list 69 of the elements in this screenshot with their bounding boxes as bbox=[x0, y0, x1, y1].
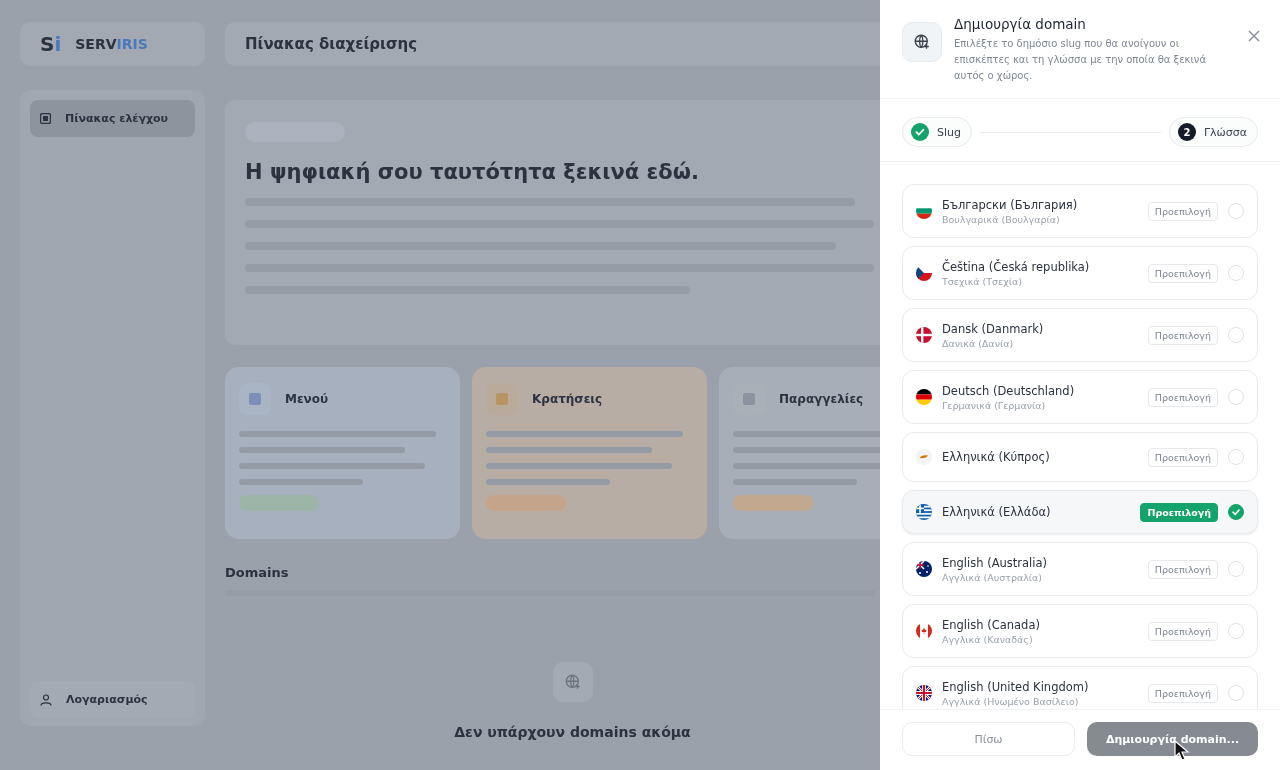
default-badge: Προεπιλογή bbox=[1140, 502, 1218, 522]
check-icon bbox=[1231, 507, 1241, 517]
default-badge: Προεπιλογή bbox=[1147, 387, 1218, 407]
empty-state-title: Δεν υπάρχουν domains ακόμα bbox=[454, 724, 691, 740]
language-option[interactable]: English (Canada) Αγγλικά (Καναδάς) Προεπιλογή bbox=[902, 604, 1258, 658]
language-option[interactable]: English (Australia) Αγγλικά (Αυστραλία) Προεπιλογή bbox=[902, 542, 1258, 596]
language-name: Deutsch (Deutschland) bbox=[942, 383, 1076, 398]
feature-icon bbox=[239, 383, 271, 415]
default-badge: Προεπιλογή bbox=[1147, 263, 1218, 283]
close-icon bbox=[1248, 29, 1260, 42]
default-badge: Προεπιλογή bbox=[1147, 201, 1218, 221]
language-name: Ελληνικά (Ελλάδα) bbox=[942, 505, 1052, 519]
globe-icon bbox=[913, 33, 931, 51]
language-name: English (United Kingdom) bbox=[942, 679, 1090, 694]
language-translation: Δανικά (Δανία) bbox=[942, 337, 1015, 349]
hero-title: Η ψηφιακή σου ταυτότητα ξεκινά εδώ. bbox=[245, 160, 700, 184]
language-translation: Αγγλικά (Καναδάς) bbox=[942, 633, 1034, 645]
flag-icon bbox=[916, 265, 932, 281]
language-translation: Τσεχικά (Τσεχία) bbox=[942, 275, 1023, 287]
step-number: 2 bbox=[1177, 123, 1196, 141]
step-label: Γλώσσα bbox=[1203, 125, 1247, 139]
language-option[interactable]: Ελληνικά (Ελλάδα) Προεπιλογή bbox=[902, 490, 1258, 534]
flag-icon bbox=[916, 449, 932, 465]
section-title: Domains bbox=[225, 565, 290, 580]
language-name: Ελληνικά (Κύπρος) bbox=[942, 450, 1051, 464]
feature-title: Παραγγελίες bbox=[779, 392, 864, 406]
flag-icon bbox=[916, 623, 932, 639]
user-icon bbox=[40, 693, 52, 706]
flag-icon bbox=[916, 504, 932, 520]
default-badge: Προεπιλογή bbox=[1147, 559, 1218, 579]
page-header: Πίνακας διαχείρισης bbox=[225, 22, 880, 66]
flag-icon bbox=[916, 685, 932, 701]
flag-icon bbox=[916, 389, 932, 405]
default-badge: Προεπιλογή bbox=[1147, 621, 1218, 641]
check-circle-icon bbox=[911, 123, 929, 141]
language-option[interactable]: Български (България) Βουλγαρικά (Βουλγαρία) Προεπιλογή bbox=[902, 184, 1258, 238]
feature-title: Μενού bbox=[285, 392, 329, 406]
feature-title: Κρατήσεις bbox=[532, 392, 603, 406]
default-badge: Προεπιλογή bbox=[1147, 683, 1218, 703]
language-option[interactable]: Dansk (Danmark) Δανικά (Δανία) Προεπιλογή bbox=[902, 308, 1258, 362]
sidebar-item-label: Πίνακας ελέγχου bbox=[65, 112, 169, 125]
language-translation: Αγγλικά (Αυστραλία) bbox=[942, 571, 1043, 583]
language-option[interactable]: English (United Kingdom) Αγγλικά (Ηνωμένο Βασίλειο) Προεπιλογή bbox=[902, 666, 1258, 709]
default-badge: Προεπιλογή bbox=[1147, 447, 1218, 467]
radio-button[interactable] bbox=[1228, 504, 1244, 520]
language-name: English (Australia) bbox=[942, 555, 1049, 570]
language-translation: Βουλγαρικά (Βουλγαρία) bbox=[942, 213, 1061, 225]
sidebar-item[interactable]: Πίνακας ελέγχου bbox=[30, 100, 195, 137]
language-name: English (Canada) bbox=[942, 617, 1041, 632]
panel-title: Δημιουργία domain bbox=[954, 16, 1087, 32]
language-translation: Γερμανικά (Γερμανία) bbox=[942, 399, 1047, 411]
language-name: Čeština (Česká republika) bbox=[942, 259, 1091, 274]
flag-icon bbox=[916, 327, 932, 343]
panel-subtitle: Επιλέξτε το δημόσιο slug που θα ανοίγουν οι επισκέπτες και τη γλώσσα με την οποία θα ξεκινά αυτός ο χώρος. bbox=[954, 37, 1207, 83]
feature-icon bbox=[486, 383, 518, 415]
language-name: Български (България) bbox=[942, 197, 1079, 212]
language-translation: Αγγλικά (Ηνωμένο Βασίλειο) bbox=[942, 695, 1080, 707]
globe-icon bbox=[563, 673, 582, 691]
language-option[interactable]: Čeština (Česká republika) Τσεχικά (Τσεχία) Προεπιλογή bbox=[902, 246, 1258, 300]
dashboard-icon bbox=[40, 113, 51, 124]
language-option[interactable]: Ελληνικά (Κύπρος) Προεπιλογή bbox=[902, 432, 1258, 482]
account-label: Λογαριασμός bbox=[66, 693, 148, 706]
logo-mark: Si bbox=[40, 32, 62, 56]
flag-icon bbox=[916, 561, 932, 577]
default-badge: Προεπιλογή bbox=[1147, 325, 1218, 345]
language-name: Dansk (Danmark) bbox=[942, 321, 1045, 336]
logo-text: SERVIRIS bbox=[75, 36, 148, 52]
language-option[interactable]: Deutsch (Deutschland) Γερμανικά (Γερμανία) Προεπιλογή bbox=[902, 370, 1258, 424]
step-label: Slug bbox=[937, 125, 961, 139]
